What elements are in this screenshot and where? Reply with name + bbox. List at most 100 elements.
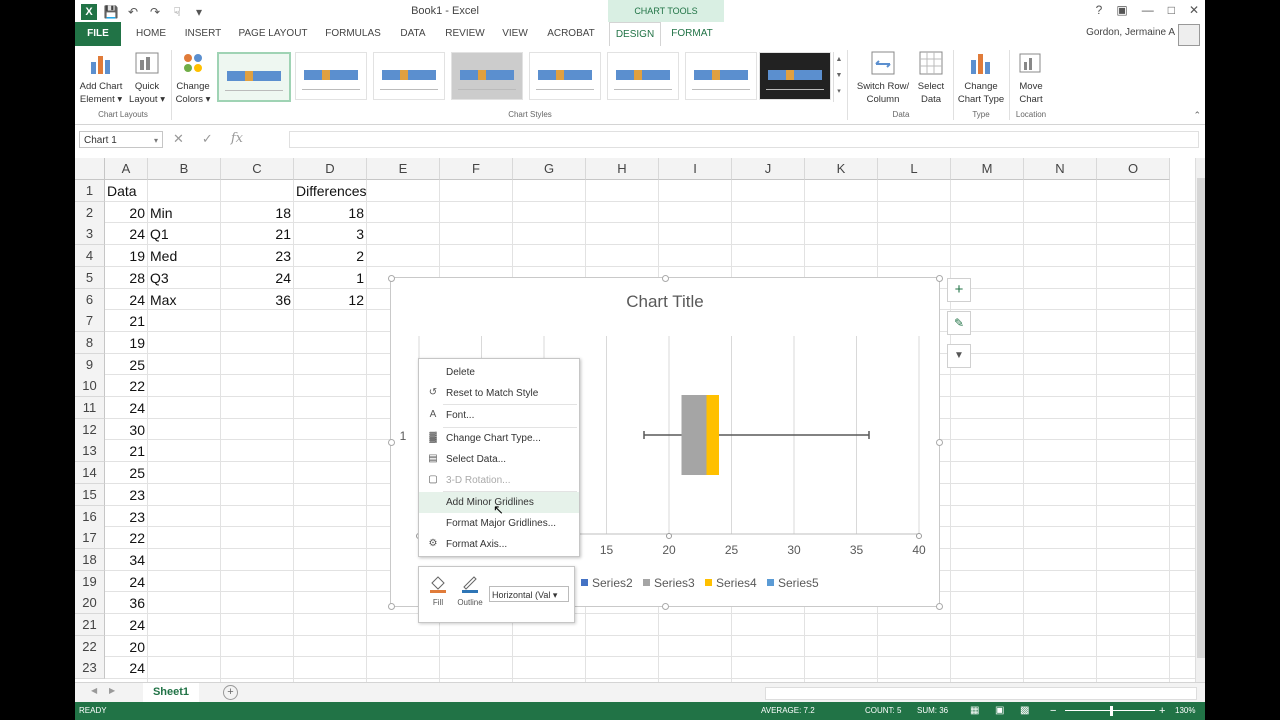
change-colors-button[interactable]: Change Colors ▾ <box>173 50 213 106</box>
menu-item-font[interactable]: A Font... <box>419 405 579 426</box>
resize-handle[interactable] <box>388 603 395 610</box>
insert-function-icon[interactable]: fx <box>231 131 243 147</box>
column-header-o[interactable]: O <box>1097 158 1170 180</box>
cell-d3[interactable]: 3 <box>294 223 367 245</box>
menu-item-format-axis[interactable]: ⚙ Format Axis... <box>419 534 579 555</box>
column-header-k[interactable]: K <box>805 158 878 180</box>
page-break-view-icon[interactable]: ▩ <box>1020 702 1029 720</box>
vertical-scroll-thumb[interactable] <box>1197 178 1205 658</box>
row-header-16[interactable]: 16 <box>75 505 105 528</box>
chart-style-4[interactable] <box>451 52 523 100</box>
undo-icon[interactable]: ↶ <box>125 5 141 19</box>
resize-handle[interactable] <box>388 275 395 282</box>
cell-d5[interactable]: 1 <box>294 267 367 289</box>
cancel-icon[interactable]: ✕ <box>173 131 184 147</box>
row-header-11[interactable]: 11 <box>75 397 105 419</box>
cell-c3[interactable]: 21 <box>221 223 294 245</box>
chart-element-selector[interactable]: Horizontal (Val ▾ <box>489 586 569 602</box>
cell-a21[interactable]: 24 <box>105 614 148 636</box>
cell-d4[interactable]: 2 <box>294 245 367 267</box>
horizontal-scrollbar[interactable] <box>765 687 1197 700</box>
tab-design[interactable]: DESIGN <box>609 22 661 47</box>
sheet-prev-icon[interactable]: ◀ <box>91 686 97 695</box>
formula-input[interactable] <box>289 131 1199 148</box>
cell-a16[interactable]: 23 <box>105 506 148 528</box>
cell-d6[interactable]: 12 <box>294 289 367 311</box>
column-header-d[interactable]: D <box>294 158 367 180</box>
tab-sheet1[interactable]: Sheet1 <box>143 683 199 704</box>
column-header-j[interactable]: J <box>732 158 805 180</box>
customize-qat-icon[interactable]: ▾ <box>191 5 207 19</box>
tab-home[interactable]: HOME <box>131 22 171 46</box>
chart-style-8[interactable] <box>759 52 831 100</box>
cell-a23[interactable]: 24 <box>105 657 148 679</box>
chart-filters-button[interactable]: ▼ <box>947 344 971 368</box>
help-icon[interactable]: ? <box>1096 3 1103 17</box>
sheet-next-icon[interactable]: ▶ <box>109 686 115 695</box>
chart-style-3[interactable] <box>373 52 445 100</box>
cell-d1[interactable]: Differences <box>296 180 406 202</box>
row-header-6[interactable]: 6 <box>75 288 105 311</box>
menu-item-select-data[interactable]: ▤ Select Data... <box>419 449 579 470</box>
outline-button[interactable]: Outline <box>455 571 485 607</box>
row-header-3[interactable]: 3 <box>75 223 105 246</box>
chart-styles-brush-button[interactable]: ✎ <box>947 311 971 335</box>
cell-a4[interactable]: 19 <box>105 245 148 267</box>
tab-file[interactable]: FILE <box>75 22 121 46</box>
cell-a6[interactable]: 24 <box>105 289 148 311</box>
move-chart-button[interactable]: Move Chart <box>1011 50 1051 106</box>
row-header-14[interactable]: 14 <box>75 462 105 485</box>
cell-a7[interactable]: 21 <box>105 310 148 332</box>
column-header-e[interactable]: E <box>367 158 440 180</box>
cell-a11[interactable]: 24 <box>105 397 148 419</box>
cell-a3[interactable]: 24 <box>105 223 148 245</box>
cell-c4[interactable]: 23 <box>221 245 294 267</box>
row-header-15[interactable]: 15 <box>75 483 105 506</box>
row-header-20[interactable]: 20 <box>75 592 105 615</box>
menu-item-change-chart-type[interactable]: ▓ Change Chart Type... <box>419 428 579 449</box>
row-header-10[interactable]: 10 <box>75 375 105 398</box>
chart-style-6[interactable] <box>607 52 679 100</box>
zoom-level[interactable]: 130% <box>1175 702 1195 720</box>
column-header-b[interactable]: B <box>148 158 221 180</box>
resize-handle[interactable] <box>662 275 669 282</box>
column-header-n[interactable]: N <box>1024 158 1097 180</box>
vertical-scrollbar[interactable] <box>1195 158 1205 682</box>
cell-a14[interactable]: 25 <box>105 462 148 484</box>
row-header-9[interactable]: 9 <box>75 353 105 376</box>
collapse-ribbon-icon[interactable]: ⌃ <box>1193 110 1201 121</box>
resize-handle[interactable] <box>936 439 943 446</box>
column-header-h[interactable]: H <box>586 158 659 180</box>
row-header-1[interactable]: 1 <box>75 180 105 202</box>
quick-layout-button[interactable]: Quick Layout ▾ <box>127 50 167 106</box>
zoom-out-icon[interactable]: − <box>1050 702 1056 720</box>
cell-a17[interactable]: 22 <box>105 527 148 549</box>
cell-a15[interactable]: 23 <box>105 484 148 506</box>
column-header-f[interactable]: F <box>440 158 513 180</box>
row-header-5[interactable]: 5 <box>75 266 105 289</box>
cell-a9[interactable]: 25 <box>105 354 148 376</box>
cell-a8[interactable]: 19 <box>105 332 148 354</box>
user-name[interactable]: Gordon, Jermaine A <box>1086 27 1175 38</box>
column-header-l[interactable]: L <box>878 158 951 180</box>
row-header-8[interactable]: 8 <box>75 331 105 354</box>
cell-c5[interactable]: 24 <box>221 267 294 289</box>
cell-a19[interactable]: 24 <box>105 571 148 593</box>
touch-mode-icon[interactable]: ☟ <box>169 5 185 19</box>
tab-view[interactable]: VIEW <box>499 22 531 46</box>
cell-a2[interactable]: 20 <box>105 202 148 224</box>
normal-view-icon[interactable]: ▦ <box>970 702 979 720</box>
row-header-17[interactable]: 17 <box>75 527 105 550</box>
column-header-a[interactable]: A <box>105 158 148 180</box>
column-header-c[interactable]: C <box>221 158 294 180</box>
cell-a18[interactable]: 34 <box>105 549 148 571</box>
add-chart-element-button[interactable]: Add Chart Element ▾ <box>77 50 125 106</box>
cell-a10[interactable]: 22 <box>105 375 148 397</box>
page-layout-view-icon[interactable]: ▣ <box>995 702 1004 720</box>
add-sheet-icon[interactable]: + <box>223 685 238 700</box>
cell-a1[interactable]: Data <box>107 180 217 202</box>
row-header-7[interactable]: 7 <box>75 310 105 333</box>
tab-insert[interactable]: INSERT <box>181 22 225 46</box>
row-header-22[interactable]: 22 <box>75 635 105 658</box>
resize-handle[interactable] <box>388 439 395 446</box>
